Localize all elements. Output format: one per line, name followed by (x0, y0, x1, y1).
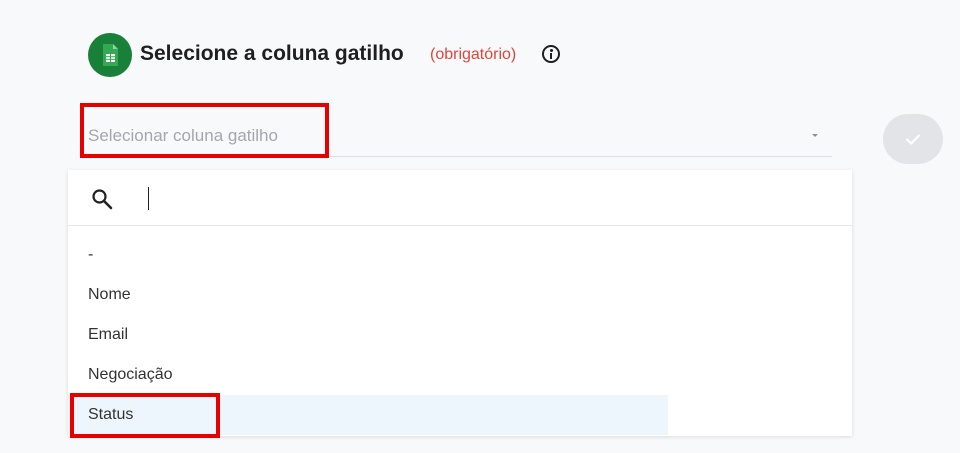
check-icon (906, 134, 920, 145)
option-status[interactable]: Status (68, 395, 852, 435)
confirm-button[interactable] (883, 114, 943, 164)
dropdown-panel: - Nome Email Negociação Status (68, 170, 852, 436)
select-placeholder: Selecionar coluna gatilho (88, 126, 278, 145)
text-caret (148, 187, 149, 210)
option-negociacao[interactable]: Negociação (68, 355, 852, 395)
chevron-down-icon (812, 134, 818, 137)
info-icon[interactable] (542, 45, 560, 63)
google-sheets-icon (88, 33, 132, 77)
option-dash[interactable]: - (68, 235, 852, 275)
dropdown-search-row (68, 170, 852, 226)
dropdown-search-input[interactable] (148, 184, 828, 212)
option-email[interactable]: Email (68, 315, 852, 355)
page-title: Selecione a coluna gatilho (140, 42, 404, 65)
option-nome[interactable]: Nome (68, 275, 852, 315)
trigger-column-select[interactable]: Selecionar coluna gatilho (88, 116, 832, 157)
required-label: (obrigatório) (430, 46, 517, 63)
search-icon (92, 189, 113, 210)
